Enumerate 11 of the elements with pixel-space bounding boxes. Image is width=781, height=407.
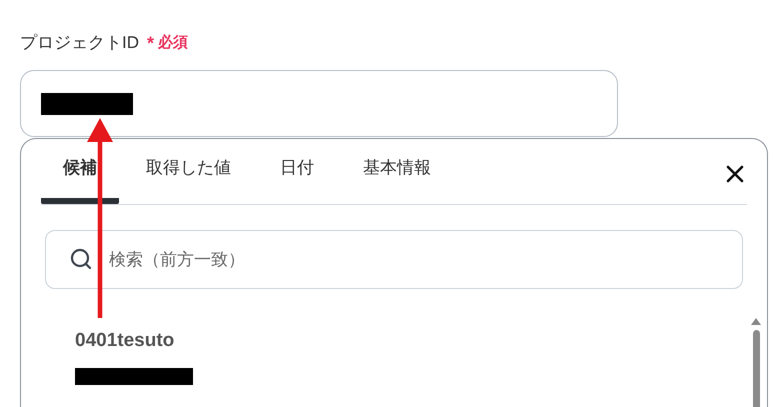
- suggestion-item[interactable]: 0401tesuto: [75, 327, 193, 384]
- scrollbar[interactable]: [751, 318, 761, 407]
- search-icon: [69, 247, 93, 271]
- tab[interactable]: 基本情報: [341, 138, 453, 204]
- tab[interactable]: 日付: [258, 138, 336, 204]
- required-text: 必須: [158, 32, 188, 53]
- required-mark: *: [147, 34, 154, 52]
- search-field[interactable]: 検索（前方一致）: [45, 230, 743, 289]
- field-label: プロジェクトID: [20, 32, 139, 54]
- tab[interactable]: 取得した値: [124, 138, 253, 204]
- scroll-up-icon[interactable]: [751, 318, 761, 325]
